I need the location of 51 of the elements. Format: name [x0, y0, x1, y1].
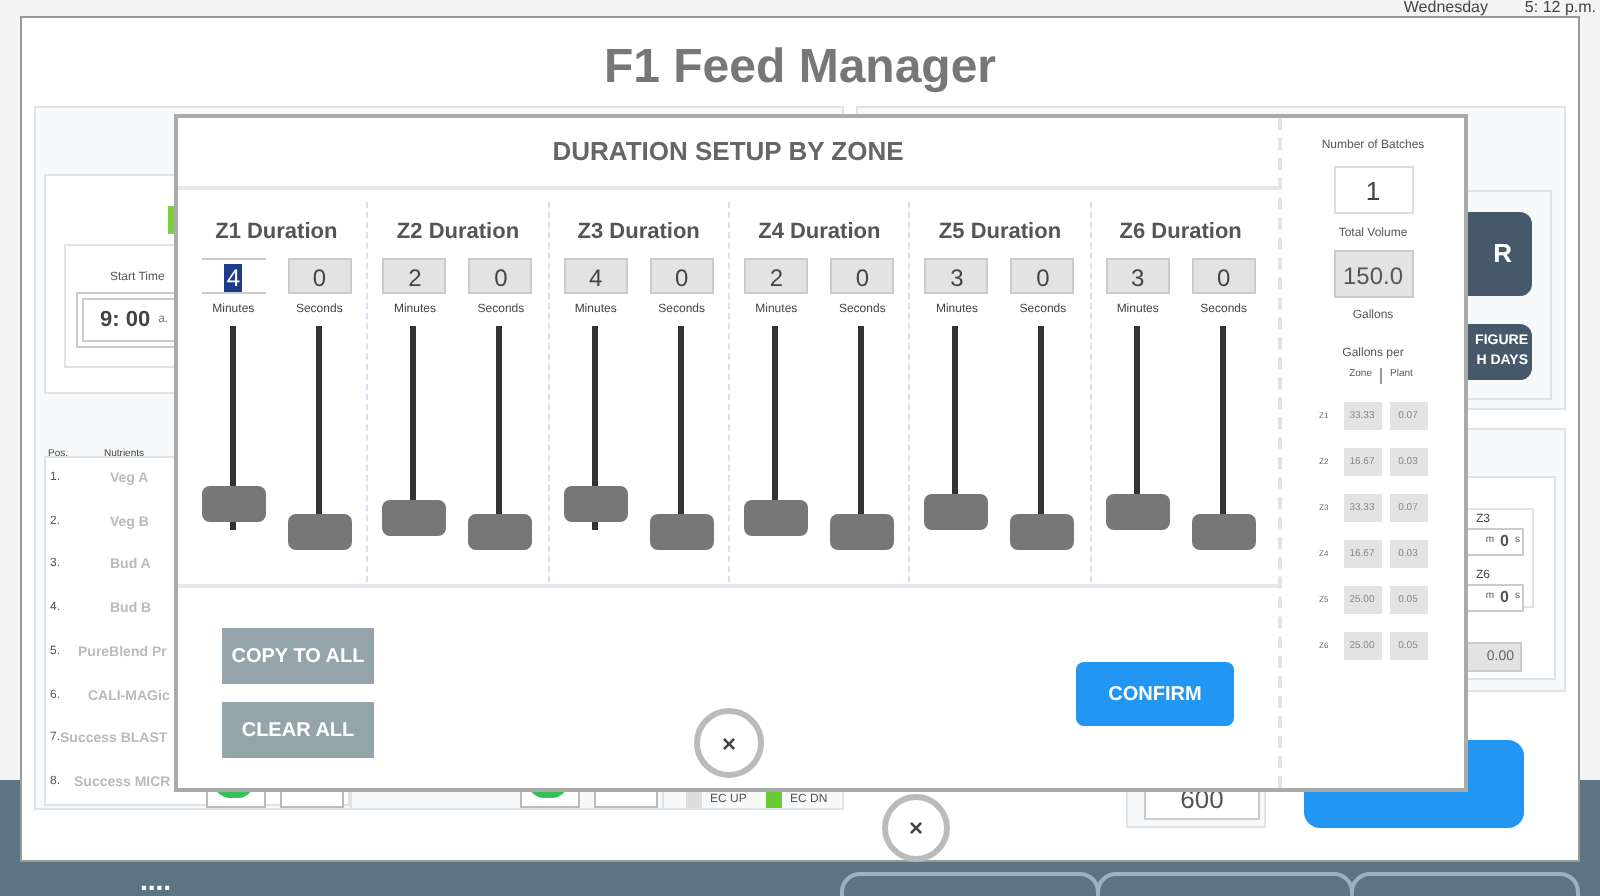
zone-duration-label: Z1 Duration: [215, 218, 338, 248]
number-field[interactable]: 3: [924, 257, 989, 293]
slider-thumb[interactable]: [468, 513, 533, 549]
time-label: 5: 12 p.m.: [1524, 0, 1596, 16]
slider-thumb[interactable]: [287, 513, 352, 549]
checkbox[interactable]: [686, 792, 702, 808]
number-field[interactable]: 4: [563, 257, 628, 293]
status-indicator: [168, 206, 174, 234]
slider-thumb[interactable]: [830, 513, 895, 549]
slider-thumb[interactable]: [201, 485, 266, 521]
number-field[interactable]: 0: [1010, 257, 1075, 293]
number-field[interactable]: 0: [830, 257, 895, 293]
slider[interactable]: [285, 325, 354, 549]
slider[interactable]: [647, 325, 716, 549]
slider-thumb[interactable]: [1010, 513, 1075, 549]
seconds-value: 0: [1500, 530, 1509, 554]
batches-field[interactable]: 1: [1333, 166, 1413, 214]
seconds-value: 0: [1500, 586, 1509, 610]
slider[interactable]: [1008, 325, 1077, 549]
slider-thumb[interactable]: [924, 493, 989, 529]
window-title: F1 Feed Manager: [601, 38, 999, 98]
number-field[interactable]: 0: [1191, 257, 1256, 293]
zone-duration-label: Z2 Duration: [396, 218, 520, 248]
zone-duration-label: Z4 Duration: [758, 218, 881, 248]
close-button[interactable]: ×: [694, 708, 764, 778]
dark-button[interactable]: R: [1468, 212, 1532, 296]
number-field[interactable]: 2: [382, 257, 447, 293]
dialog-title: DURATION SETUP BY ZONE: [178, 118, 1278, 190]
zone-duration-label: Z5 Duration: [938, 218, 1062, 248]
slider-thumb[interactable]: [382, 499, 447, 535]
slider-thumb[interactable]: [649, 513, 714, 549]
zone-duration-label: Z6 Duration: [1119, 218, 1242, 248]
zone-duration-label: Z3 Duration: [577, 218, 700, 248]
day-label: Wednesday: [1403, 0, 1488, 16]
slider[interactable]: [466, 325, 535, 549]
slider-thumb[interactable]: [1191, 513, 1256, 549]
menu-dots[interactable]: ....: [140, 866, 172, 894]
checkbox[interactable]: [766, 792, 782, 808]
slider-thumb[interactable]: [744, 499, 809, 535]
time-value: 9: 00: [100, 305, 151, 336]
slider-thumb[interactable]: [1105, 493, 1170, 529]
number-field[interactable]: 0: [287, 257, 352, 293]
number-field[interactable]: 2: [744, 257, 809, 293]
slider-thumb[interactable]: [563, 485, 628, 521]
number-field[interactable]: 0: [468, 257, 533, 293]
number-field[interactable]: 3: [1105, 257, 1170, 293]
number-field[interactable]: 4: [201, 257, 266, 293]
number-field[interactable]: 0: [649, 257, 714, 293]
slider[interactable]: [828, 325, 897, 549]
slider[interactable]: [1189, 325, 1258, 549]
volume-field: 150.0: [1333, 250, 1413, 298]
